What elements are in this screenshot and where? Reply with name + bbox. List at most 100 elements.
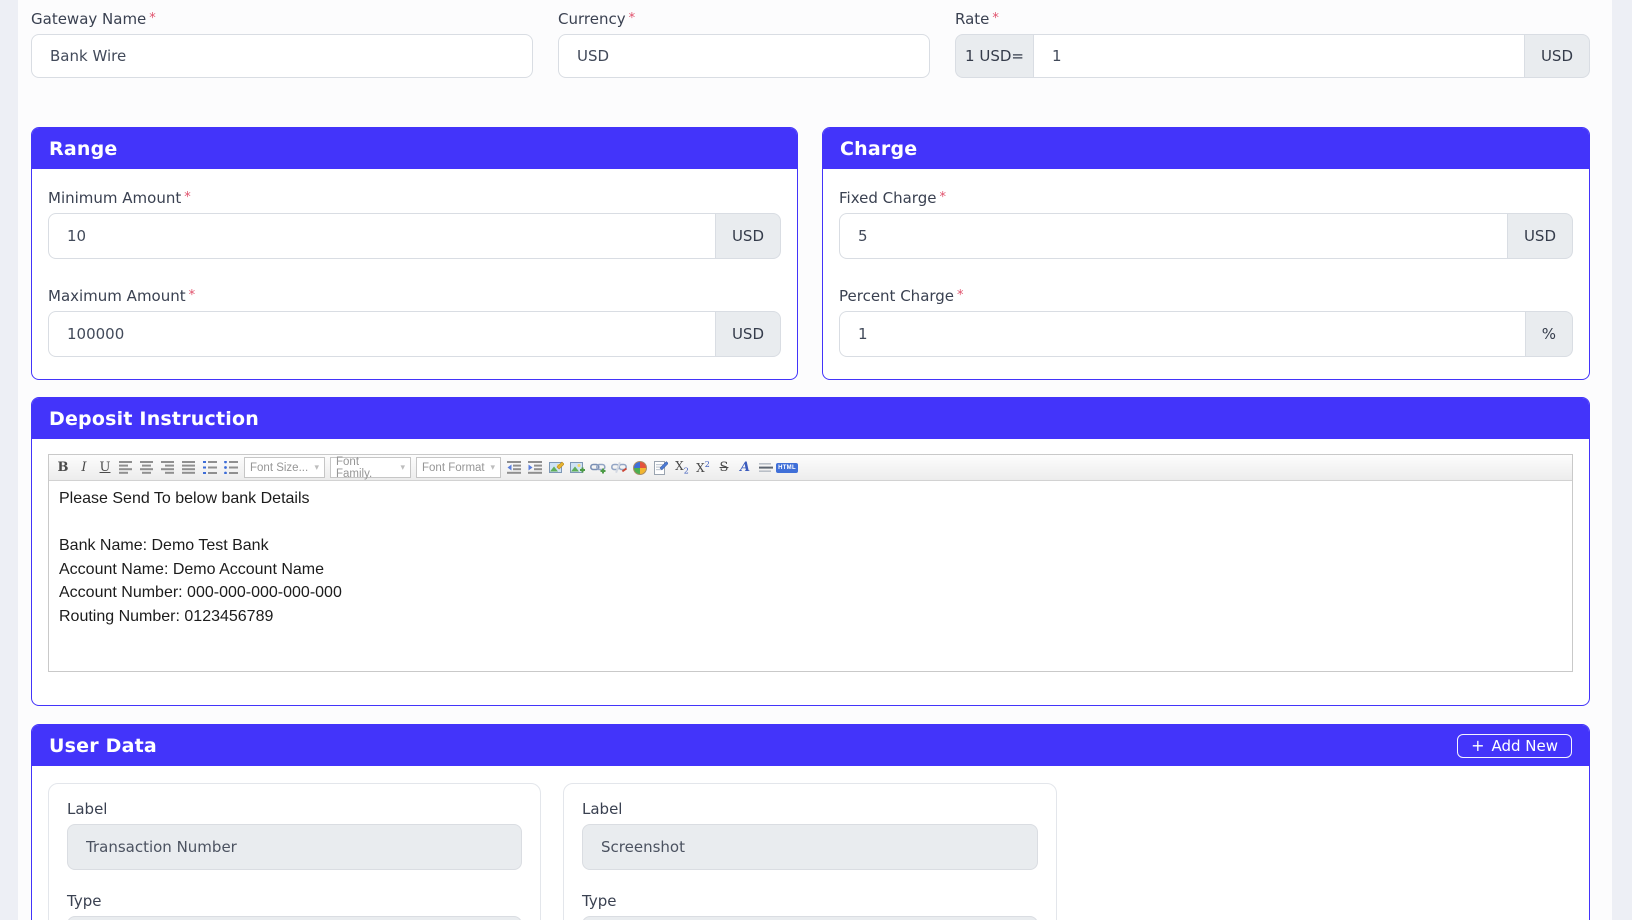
font-color-icon: A [740,461,750,474]
percent-charge-input[interactable] [839,311,1526,357]
superscript-icon: X2 [696,461,710,474]
editor-text-line: Account Number: 000-000-000-000-000 [59,581,1562,605]
editor-text-line: Routing Number: 0123456789 [59,605,1562,629]
bold-button[interactable]: B [53,458,73,478]
align-left-button[interactable] [116,458,136,478]
percent-charge-suffix-addon: % [1526,311,1573,357]
rate-prefix-addon: 1 USD= [955,34,1033,78]
align-center-button[interactable] [137,458,157,478]
currency-field: Currency* [558,10,930,78]
indent-icon [528,461,542,474]
minimum-amount-suffix-addon: USD [716,213,781,259]
subscript-button[interactable]: X2 [672,458,692,478]
underline-button[interactable]: U [95,458,115,478]
user-data-item: Label Type [48,783,541,920]
item-type-input[interactable] [67,916,522,920]
add-new-button[interactable]: + Add New [1457,734,1572,758]
maximum-amount-suffix-addon: USD [716,311,781,357]
editor-text-line [59,511,1562,535]
font-format-select[interactable]: Font Format▾ [416,457,501,478]
rate-label: Rate* [955,10,1590,28]
maximum-amount-input[interactable] [48,311,716,357]
link-button[interactable] [588,458,608,478]
indent-button[interactable] [525,458,545,478]
fixed-charge-field: Fixed Charge* USD [839,189,1573,259]
color-palette-button[interactable] [630,458,650,478]
deposit-instruction-body: B I U Font Size...▾ Font Family.▾ Font F… [32,439,1589,705]
fixed-charge-label: Fixed Charge* [839,189,1573,207]
unordered-list-button[interactable] [221,458,241,478]
align-center-icon [140,461,154,474]
gateway-edit-page: Gateway Name* Currency* Rate* 1 USD= USD [0,0,1632,920]
align-justify-icon [182,461,196,474]
maximum-amount-field: Maximum Amount* USD [48,287,781,357]
rate-field: Rate* 1 USD= USD [955,10,1590,78]
page-edit-icon [654,461,668,475]
minimum-amount-input[interactable] [48,213,716,259]
required-asterisk: * [992,11,999,26]
item-type-input[interactable] [582,916,1038,920]
font-size-select[interactable]: Font Size...▾ [244,457,325,478]
editor-text-line: Bank Name: Demo Test Bank [59,534,1562,558]
editor-content[interactable]: Please Send To below bank Details Bank N… [49,481,1572,671]
rate-input[interactable] [1033,34,1525,78]
strikethrough-button[interactable]: S [714,458,734,478]
user-data-body: Label Type Label Type [32,766,1589,920]
currency-input[interactable] [558,34,930,78]
superscript-button[interactable]: X2 [693,458,713,478]
deposit-instruction-card: Deposit Instruction B I U Font Size...▾ [31,397,1590,706]
required-asterisk: * [629,11,636,26]
minimum-amount-field: Minimum Amount* USD [48,189,781,259]
user-data-title: User Data [49,735,157,757]
html-source-button[interactable]: HTML [777,458,797,478]
rich-text-editor: B I U Font Size...▾ Font Family.▾ Font F… [48,454,1573,672]
ordered-list-icon [203,461,217,474]
item-label-input[interactable] [582,824,1038,870]
currency-label: Currency* [558,10,930,28]
outdent-button[interactable] [504,458,524,478]
align-right-button[interactable] [158,458,178,478]
range-charge-row: Range Minimum Amount* USD Maximum Amount… [31,127,1590,380]
italic-button[interactable]: I [74,458,94,478]
percent-charge-field: Percent Charge* % [839,287,1573,357]
main-content: Gateway Name* Currency* Rate* 1 USD= USD [18,0,1612,920]
editor-toolbar: B I U Font Size...▾ Font Family.▾ Font F… [49,455,1572,481]
page-edit-button[interactable] [651,458,671,478]
item-type-caption: Type [67,892,522,910]
italic-icon: I [81,461,86,474]
image-edit-icon [549,461,564,475]
range-card-body: Minimum Amount* USD Maximum Amount* USD [32,169,797,379]
charge-card-body: Fixed Charge* USD Percent Charge* % [823,169,1589,379]
fixed-charge-suffix-addon: USD [1508,213,1573,259]
font-family-select[interactable]: Font Family.▾ [330,457,411,478]
user-data-header: User Data + Add New [32,725,1589,766]
percent-charge-label: Percent Charge* [839,287,1573,305]
deposit-instruction-title: Deposit Instruction [49,408,259,430]
image-edit-button[interactable] [546,458,566,478]
gateway-name-input[interactable] [31,34,533,78]
charge-card-title: Charge [840,138,917,160]
bold-icon: B [58,461,69,474]
chevron-down-icon: ▾ [490,462,495,473]
user-data-item: Label Type [563,783,1057,920]
maximum-amount-label: Maximum Amount* [48,287,781,305]
fixed-charge-input[interactable] [839,213,1508,259]
item-label-caption: Label [67,800,522,818]
editor-text-line: Account Name: Demo Account Name [59,558,1562,582]
underline-icon: U [100,461,111,474]
align-justify-button[interactable] [179,458,199,478]
range-card-header: Range [32,128,797,169]
horizontal-rule-button[interactable] [756,458,776,478]
charge-card: Charge Fixed Charge* USD Percent Charge* [822,127,1590,380]
unlink-button[interactable] [609,458,629,478]
item-label-input[interactable] [67,824,522,870]
unlink-icon [611,461,627,474]
font-color-button[interactable]: A [735,458,755,478]
rate-suffix-addon: USD [1525,34,1590,78]
required-asterisk: * [184,190,191,205]
image-upload-button[interactable] [567,458,587,478]
strikethrough-icon: S [720,461,729,474]
required-asterisk: * [939,190,946,205]
ordered-list-button[interactable] [200,458,220,478]
image-upload-icon [570,461,585,475]
